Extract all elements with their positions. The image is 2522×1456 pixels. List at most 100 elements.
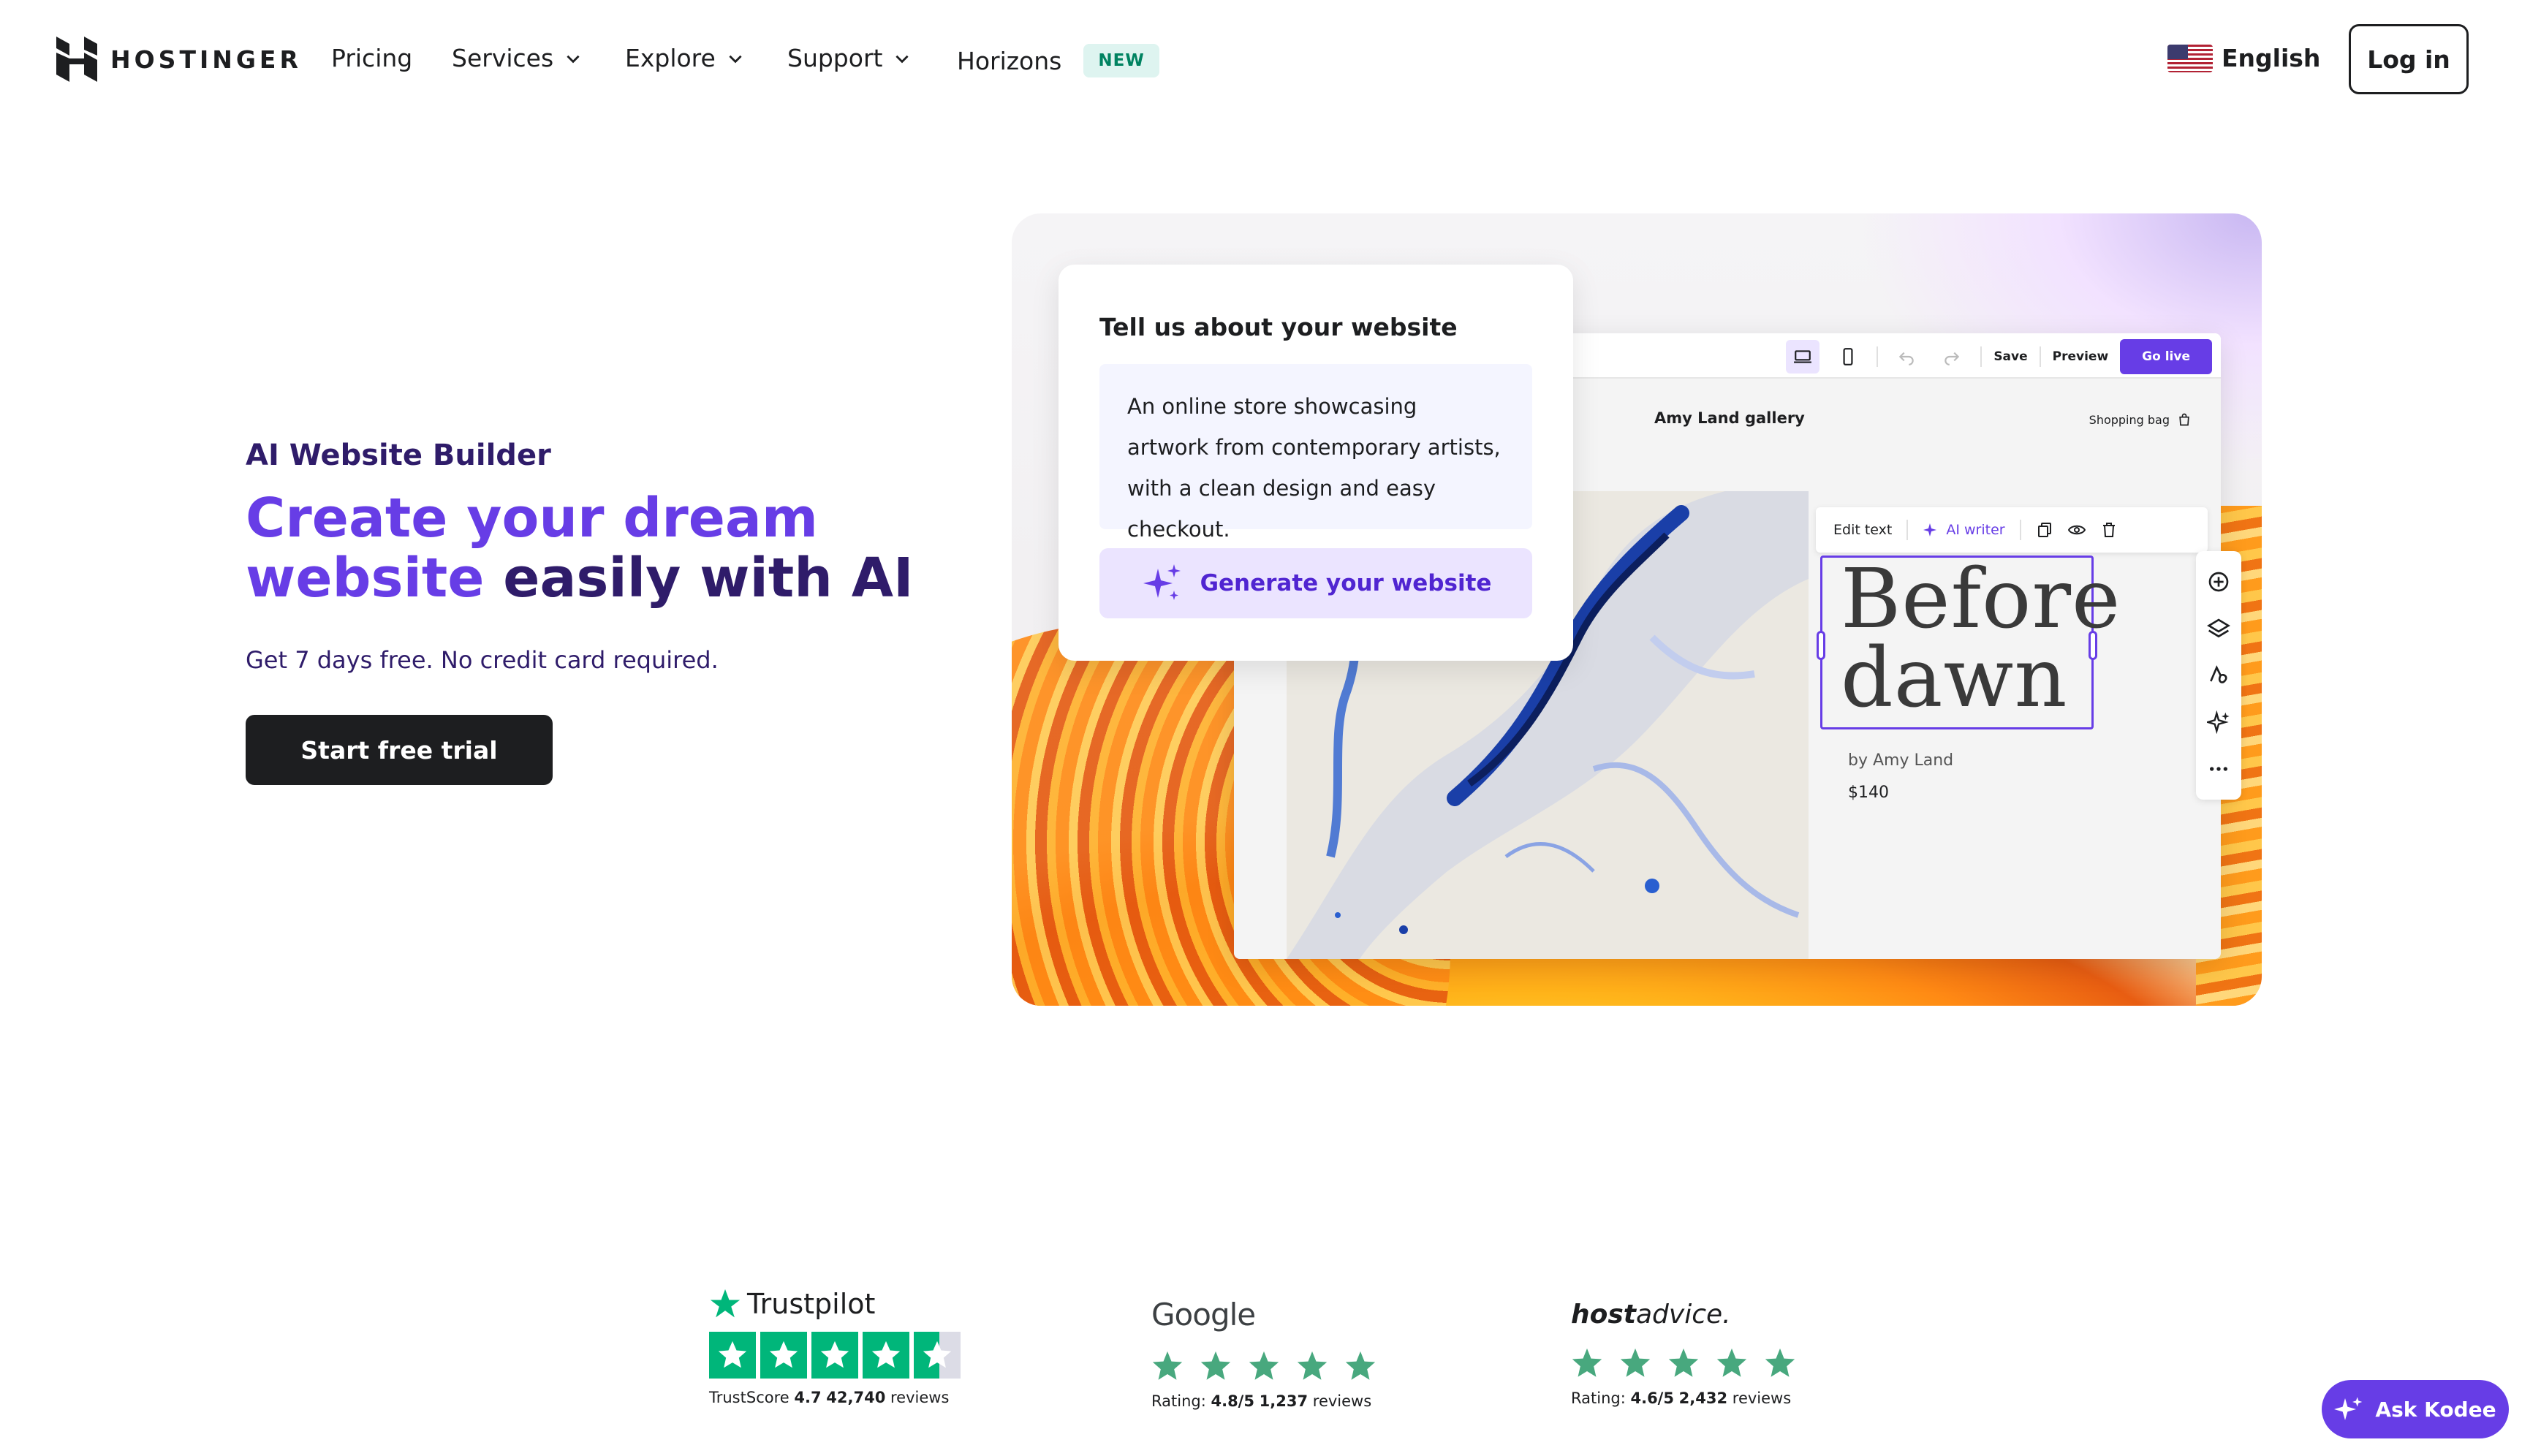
trustpilot-stars	[709, 1332, 961, 1379]
hostadvice-rating-label: Rating:	[1571, 1389, 1626, 1407]
ai-writer-button[interactable]: AI writer	[1923, 521, 2005, 539]
nav-pricing[interactable]: Pricing	[331, 44, 412, 72]
hostadvice-rating-line: Rating: 4.6/5 2,432 reviews	[1571, 1389, 1796, 1407]
ai-writer-label: AI writer	[1946, 522, 2005, 538]
trustscore-line: TrustScore 4.7 42,740 reviews	[709, 1389, 961, 1406]
sparkles-icon	[1143, 564, 1181, 600]
start-free-trial-button[interactable]: Start free trial	[246, 715, 553, 785]
artwork-title-line2: dawn	[1841, 631, 2068, 726]
trustpilot-reviews-label: reviews	[890, 1389, 950, 1406]
google-stars	[1151, 1350, 1377, 1382]
star-icon	[1345, 1351, 1376, 1380]
nav-services[interactable]: Services	[452, 44, 583, 72]
chevron-down-icon	[567, 55, 580, 63]
desktop-view-icon[interactable]	[1786, 340, 1820, 374]
nav-support[interactable]: Support	[787, 44, 912, 72]
nav-horizons-label: Horizons	[957, 46, 1062, 75]
star-icon	[1668, 1348, 1699, 1377]
shopping-bag-icon	[2179, 413, 2189, 426]
toolbar-divider	[1877, 346, 1879, 367]
hero-headline: Create your dream website easily with AI	[246, 488, 977, 608]
generate-website-button[interactable]: Generate your website	[1099, 548, 1532, 618]
artist-name: by Amy Land	[1848, 751, 1954, 770]
hostadvice-logo: hostadvice.	[1571, 1300, 1796, 1330]
brand-name: HOSTINGER	[110, 45, 302, 74]
google-logo: Google	[1151, 1297, 1256, 1332]
toolbar-divider	[1906, 520, 1909, 540]
top-navigation: HOSTINGER Pricing Services Explore Suppo…	[0, 0, 2522, 121]
star-icon	[1297, 1351, 1328, 1380]
kodee-sparkle-icon	[2334, 1397, 2363, 1420]
nav-services-label: Services	[452, 44, 554, 72]
google-rating-value: 4.8/5	[1211, 1392, 1254, 1410]
hostadvice-stars	[1571, 1347, 1796, 1379]
site-title: Amy Land gallery	[1654, 409, 1805, 427]
hostadvice-rating[interactable]: hostadvice. Rating: 4.6/5 2,432 reviews	[1571, 1300, 1796, 1407]
login-button[interactable]: Log in	[2349, 24, 2469, 94]
preview-link[interactable]: Preview	[2053, 349, 2109, 364]
artwork-title[interactable]: Before dawn	[1841, 558, 2121, 719]
star-icon	[863, 1332, 909, 1379]
google-review-count: 1,237	[1259, 1392, 1309, 1410]
nav-horizons[interactable]: Horizons NEW	[957, 44, 1159, 77]
trustpilot-review-count: 42,740	[826, 1389, 886, 1406]
nav-explore-label: Explore	[625, 44, 716, 72]
website-description-textarea[interactable]: An online store showcasing artwork from …	[1099, 364, 1532, 542]
nav-explore[interactable]: Explore	[625, 44, 745, 72]
half-star-icon	[914, 1332, 961, 1379]
redo-icon[interactable]	[1935, 340, 1969, 374]
star-icon	[1572, 1348, 1602, 1377]
trustscore-value: 4.7	[794, 1389, 822, 1406]
undo-icon[interactable]	[1890, 340, 1923, 374]
trustpilot-logo: Trustpilot	[709, 1288, 961, 1320]
ask-kodee-button[interactable]: Ask Kodee	[2322, 1380, 2509, 1438]
star-icon	[1716, 1348, 1747, 1377]
google-rating[interactable]: Google Rating: 4.8/5 1,237 reviews	[1151, 1297, 1377, 1410]
save-link[interactable]: Save	[1993, 349, 2027, 364]
google-rating-label: Rating:	[1151, 1392, 1206, 1410]
star-icon	[760, 1332, 807, 1379]
eye-icon[interactable]	[2067, 521, 2086, 539]
add-icon[interactable]	[2207, 570, 2230, 594]
trustpilot-rating[interactable]: Trustpilot TrustScore 4.7 42,740 reviews	[709, 1288, 961, 1406]
ai-tools-sparkle-icon[interactable]	[2207, 710, 2230, 734]
prompt-card-title: Tell us about your website	[1099, 313, 1458, 341]
star-icon	[1765, 1348, 1795, 1377]
chevron-down-icon	[895, 55, 909, 63]
resize-handle-left[interactable]	[1817, 631, 1825, 660]
ai-prompt-card: Tell us about your website An online sto…	[1059, 265, 1573, 661]
mobile-view-icon[interactable]	[1831, 340, 1865, 374]
headline-accent-line1: Create your dream	[246, 487, 818, 550]
duplicate-icon[interactable]	[2036, 521, 2053, 539]
google-reviews-label: reviews	[1312, 1392, 1372, 1410]
layers-icon[interactable]	[2207, 617, 2230, 640]
language-label: English	[2222, 44, 2321, 72]
headline-rest: easily with AI	[503, 547, 914, 610]
headline-accent-line2: website	[246, 547, 485, 610]
trash-icon[interactable]	[2100, 521, 2118, 539]
hostinger-logo-icon	[56, 37, 97, 82]
styles-icon[interactable]	[2207, 664, 2230, 687]
trustscore-label: TrustScore	[709, 1389, 789, 1406]
hostadvice-rating-value: 4.6/5	[1630, 1389, 1674, 1407]
toolbar-divider	[1980, 346, 1983, 367]
go-live-button[interactable]: Go live	[2120, 339, 2212, 374]
shopping-bag-link[interactable]: Shopping bag	[2089, 412, 2192, 427]
google-rating-line: Rating: 4.8/5 1,237 reviews	[1151, 1392, 1377, 1410]
edit-text-button[interactable]: Edit text	[1833, 522, 1892, 538]
star-icon	[1620, 1348, 1651, 1377]
hostadvice-reviews-label: reviews	[1732, 1389, 1792, 1407]
star-icon	[1152, 1351, 1183, 1380]
trustpilot-brand: Trustpilot	[747, 1288, 876, 1320]
more-icon[interactable]	[2207, 757, 2230, 781]
editor-side-toolbar	[2196, 551, 2241, 800]
artwork-price: $140	[1848, 784, 1889, 802]
star-icon	[709, 1332, 756, 1379]
generate-website-label: Generate your website	[1200, 570, 1492, 596]
language-selector[interactable]: English	[2167, 44, 2320, 72]
ask-kodee-label: Ask Kodee	[2375, 1397, 2496, 1422]
new-badge: NEW	[1083, 44, 1159, 77]
toolbar-divider	[2019, 520, 2021, 540]
hostinger-logo[interactable]: HOSTINGER	[56, 37, 302, 82]
hostadvice-brand-rest: advice.	[1636, 1300, 1731, 1330]
